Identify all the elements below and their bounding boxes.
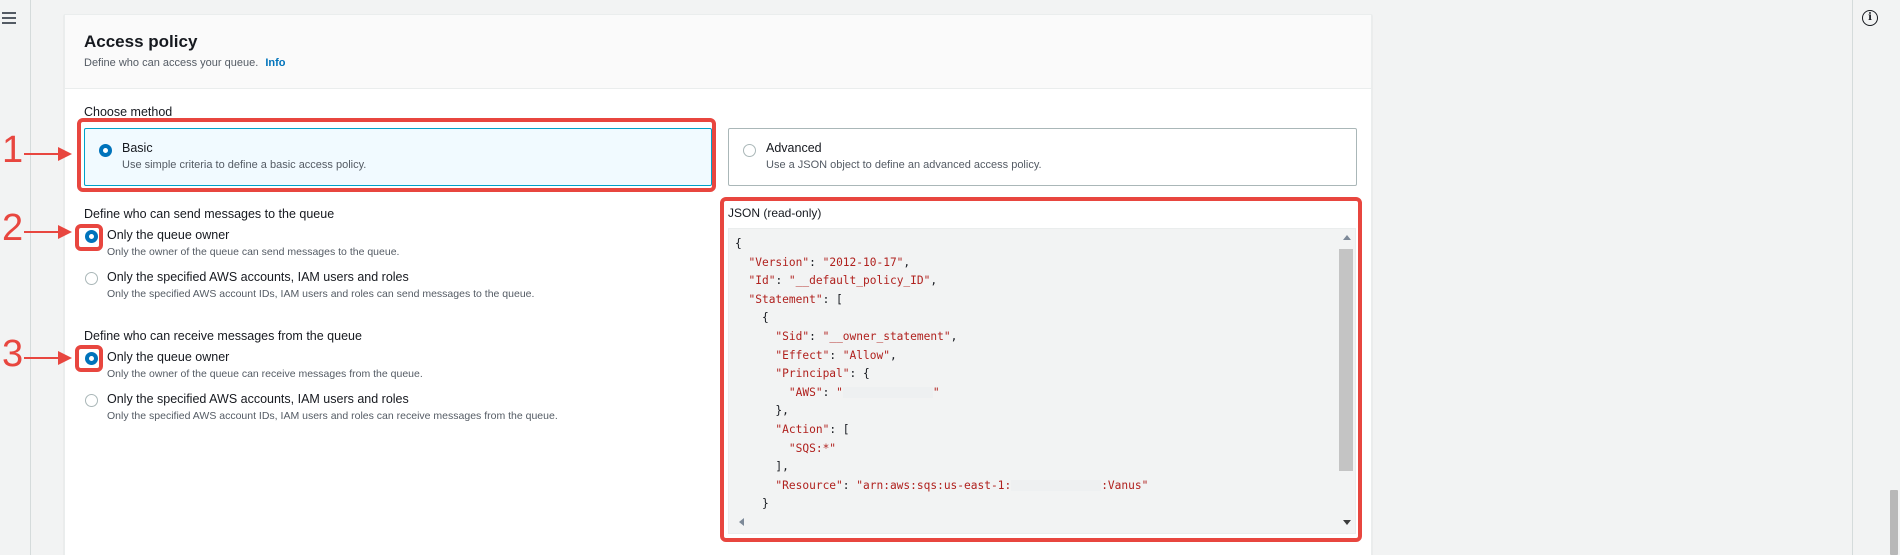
basic-title: Basic (122, 141, 153, 155)
json-line: } (735, 497, 769, 511)
send-owner-title: Only the queue owner (107, 228, 230, 242)
scroll-up-arrow-icon[interactable] (1343, 235, 1351, 240)
info-link[interactable]: Info (265, 57, 285, 69)
json-code: { "Version": "2012-10-17", "Id": "__defa… (735, 235, 1148, 514)
send-option-queue-owner[interactable]: Only the queue owner Only the owner of t… (85, 228, 605, 260)
left-navigation-rail (0, 0, 30, 555)
annotation-arrow-2 (24, 225, 72, 239)
annotation-number-3: 3 (2, 333, 24, 375)
send-owner-description: Only the owner of the queue can send mes… (107, 246, 400, 258)
scroll-down-arrow-icon[interactable] (1343, 520, 1351, 525)
sqs-access-policy-page: i Access policy Define who can access yo… (0, 0, 1900, 555)
receive-owner-title: Only the queue owner (107, 350, 230, 364)
receive-specified-title: Only the specified AWS accounts, IAM use… (107, 392, 409, 406)
annotation-arrow-3 (24, 351, 72, 365)
receive-label: Define who can receive messages from the… (84, 329, 362, 343)
send-specified-title: Only the specified AWS accounts, IAM use… (107, 270, 409, 284)
receive-specified-description: Only the specified AWS account IDs, IAM … (107, 410, 558, 422)
redacted-value (842, 387, 933, 399)
json-line: "Sid": "__owner_statement", (775, 329, 958, 343)
scroll-left-arrow-icon[interactable] (739, 518, 744, 526)
hamburger-icon[interactable] (2, 12, 16, 24)
json-line: "SQS:*" (788, 441, 837, 455)
panel-title: Access policy (84, 32, 198, 51)
json-policy-editor[interactable]: { "Version": "2012-10-17", "Id": "__defa… (728, 228, 1356, 534)
receive-option-specified[interactable]: Only the specified AWS accounts, IAM use… (85, 392, 645, 424)
choose-method-label: Choose method (84, 105, 173, 119)
json-line: "AWS": " " (788, 385, 940, 399)
panel-description: Define who can access your queue. Info (84, 57, 286, 69)
json-line: ], (735, 460, 789, 474)
annotation-number-1: 1 (2, 129, 24, 171)
json-line: }, (735, 404, 789, 418)
send-owner-radio[interactable] (85, 230, 98, 243)
annotation-arrow-1 (24, 147, 72, 161)
receive-owner-description: Only the owner of the queue can receive … (107, 368, 423, 380)
json-line: "Statement": [ (748, 292, 843, 306)
right-tools-rail (1852, 0, 1900, 555)
receive-owner-radio[interactable] (85, 352, 98, 365)
json-line: "Action": [ (775, 422, 850, 436)
advanced-title: Advanced (766, 141, 822, 155)
panel-description-text: Define who can access your queue. (84, 57, 259, 69)
json-line: "Resource": "arn:aws:sqs:us-east-1::Vanu… (775, 478, 1149, 492)
advanced-description: Use a JSON object to define an advanced … (766, 159, 1042, 171)
json-line: "Version": "2012-10-17", (748, 255, 911, 269)
redacted-value (1011, 480, 1102, 492)
json-editor-label: JSON (read-only) (728, 206, 822, 220)
json-line: { (735, 237, 742, 250)
json-line: "Principal": { (775, 367, 870, 381)
advanced-radio[interactable] (743, 144, 756, 157)
annotation-number-2: 2 (2, 207, 24, 249)
receive-option-queue-owner[interactable]: Only the queue owner Only the owner of t… (85, 350, 605, 382)
receive-specified-radio[interactable] (85, 394, 98, 407)
json-line: "Id": "__default_policy_ID", (748, 274, 938, 288)
panel-header: Access policy Define who can access your… (65, 15, 1371, 89)
send-specified-radio[interactable] (85, 272, 98, 285)
page-scrollbar[interactable] (1890, 490, 1898, 555)
info-icon[interactable]: i (1862, 10, 1878, 26)
send-specified-description: Only the specified AWS account IDs, IAM … (107, 288, 535, 300)
send-label: Define who can send messages to the queu… (84, 207, 335, 221)
json-line: { (735, 311, 769, 325)
basic-description: Use simple criteria to define a basic ac… (122, 159, 367, 171)
method-tile-basic[interactable]: Basic Use simple criteria to define a ba… (84, 128, 712, 186)
scroll-thumb[interactable] (1339, 249, 1353, 471)
method-tile-advanced[interactable]: Advanced Use a JSON object to define an … (728, 128, 1357, 186)
json-line: "Effect": "Allow", (775, 348, 897, 362)
basic-radio[interactable] (99, 144, 112, 157)
divider (30, 0, 31, 555)
send-option-specified[interactable]: Only the specified AWS accounts, IAM use… (85, 270, 605, 302)
json-vertical-scrollbar[interactable] (1339, 229, 1355, 533)
